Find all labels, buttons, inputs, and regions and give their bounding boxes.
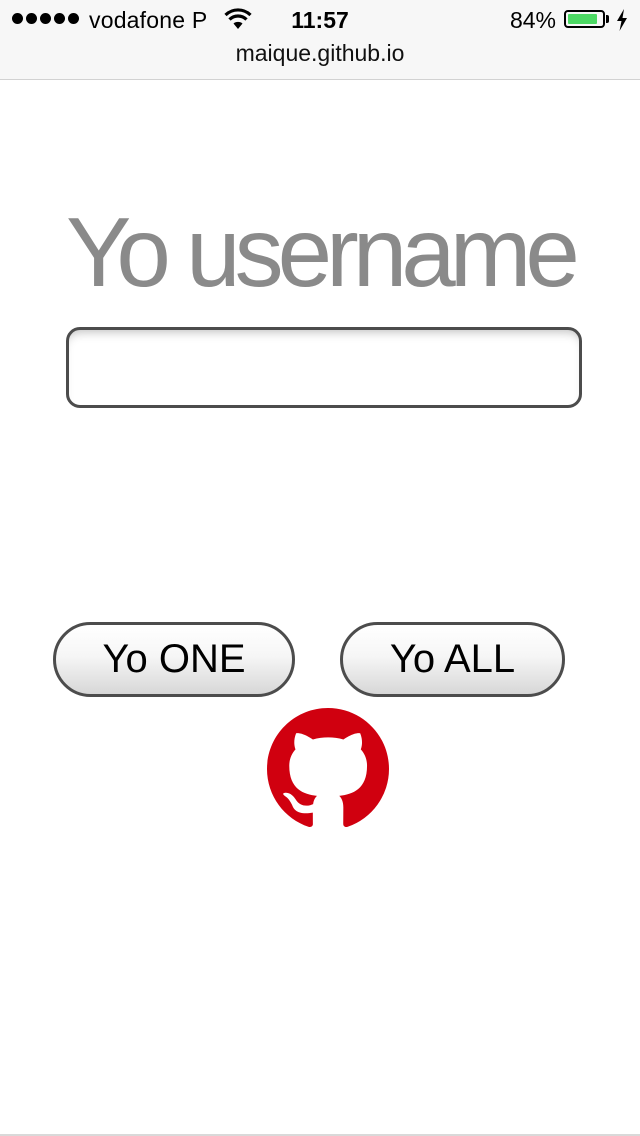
username-input[interactable] xyxy=(66,327,582,408)
yo-one-button[interactable]: Yo ONE xyxy=(53,622,295,697)
screen: vodafone P 11:57 84% maique.github.io Yo… xyxy=(0,0,640,1136)
battery-percent: 84% xyxy=(509,7,556,33)
address-bar-url[interactable]: maique.github.io xyxy=(0,40,640,67)
status-bar: vodafone P 11:57 84% xyxy=(0,0,640,40)
github-octocat-icon xyxy=(267,708,389,830)
browser-top-bar: vodafone P 11:57 84% maique.github.io xyxy=(0,0,640,80)
battery-icon xyxy=(564,10,605,28)
github-link[interactable] xyxy=(267,708,389,830)
page-title: Yo username xyxy=(66,197,580,307)
battery-level-fill xyxy=(568,14,597,24)
yo-all-button[interactable]: Yo ALL xyxy=(340,622,565,697)
battery-tip xyxy=(606,15,609,23)
charging-bolt-icon xyxy=(617,9,627,31)
